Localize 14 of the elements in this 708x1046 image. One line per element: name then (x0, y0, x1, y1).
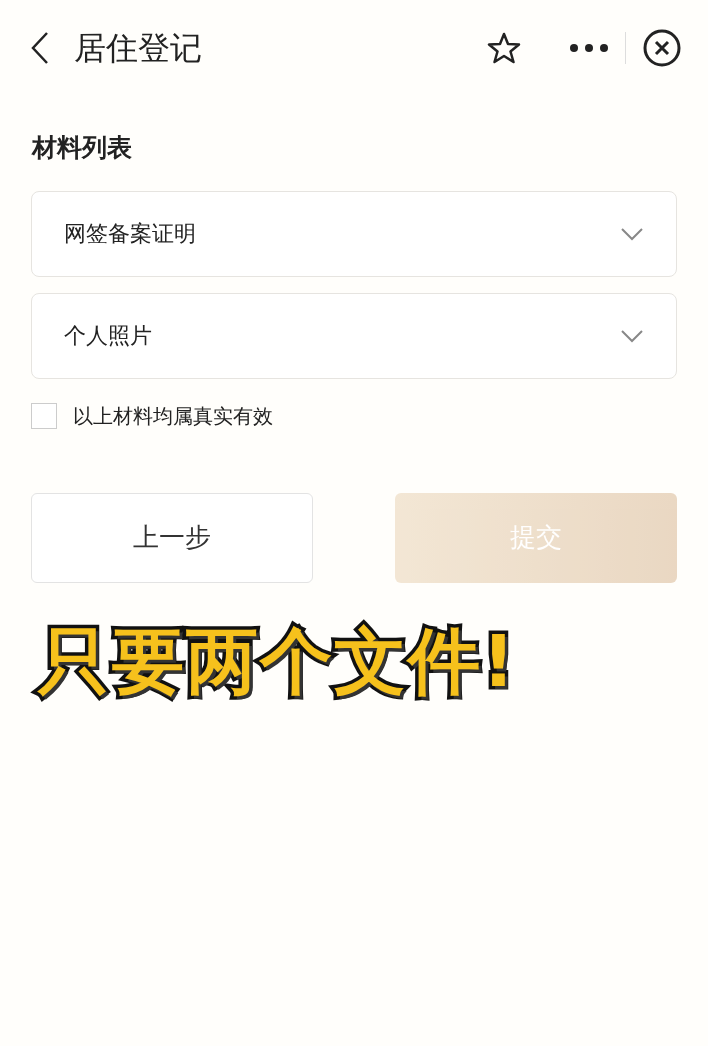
dropdown-field[interactable]: 个人照片 (31, 292, 677, 379)
close-icon[interactable] (642, 27, 682, 68)
section-title: 材料列表 (32, 132, 133, 164)
agreement-label: 以上材料均属真实有效 (73, 402, 273, 430)
chevron-icon (620, 328, 644, 343)
checkbox[interactable] (31, 402, 57, 429)
caption-text: 只要两个文件! (38, 617, 518, 705)
page-title: 居住登记 (74, 27, 202, 69)
dropdown-field[interactable]: 网签备案证明 (31, 190, 677, 277)
chevron-icon (620, 226, 644, 241)
back-icon[interactable] (30, 30, 50, 65)
more-icon[interactable] (569, 42, 609, 53)
star-icon[interactable] (487, 30, 521, 65)
back-button[interactable]: 上一步 (31, 492, 313, 583)
